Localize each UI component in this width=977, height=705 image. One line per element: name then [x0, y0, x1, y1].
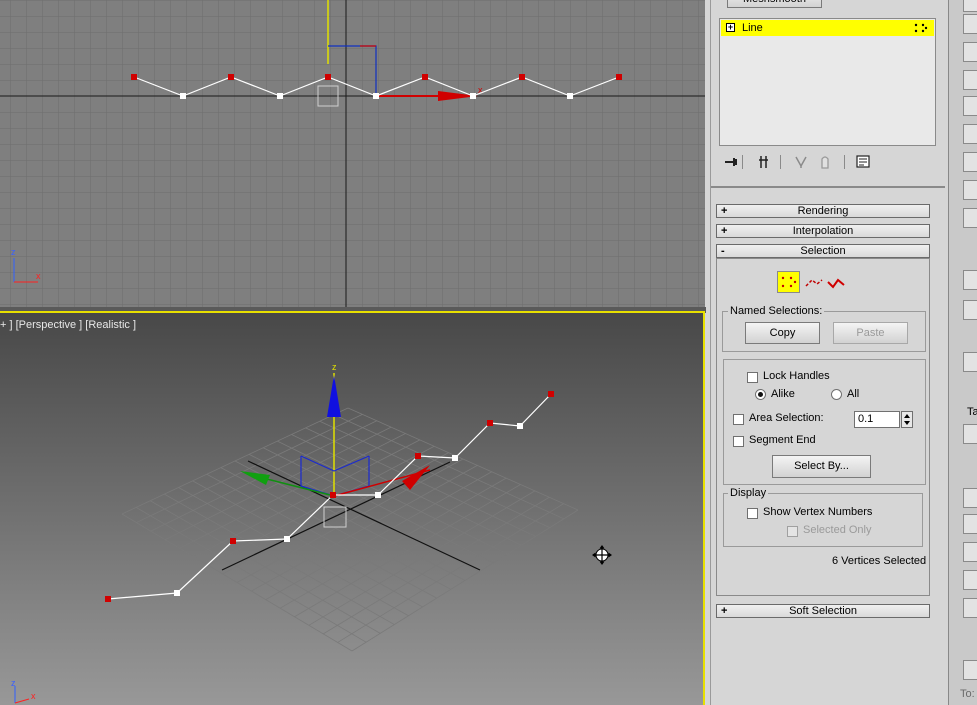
display-title: Display: [728, 487, 769, 499]
vertex: [519, 74, 525, 80]
strip-button[interactable]: [963, 598, 977, 618]
area-selection-checkbox[interactable]: [733, 414, 744, 425]
select-by-button[interactable]: Select By...: [772, 455, 871, 478]
paste-button[interactable]: Paste: [833, 322, 908, 344]
vertex-selected: [470, 93, 476, 99]
panel-separator: [711, 186, 945, 188]
strip-button[interactable]: [963, 270, 977, 290]
strip-button[interactable]: [963, 0, 977, 12]
vertex-level-button[interactable]: [777, 271, 800, 293]
make-unique-icon[interactable]: [794, 154, 810, 173]
strip-button[interactable]: [963, 424, 977, 444]
strip-button[interactable]: [963, 488, 977, 508]
strip-button[interactable]: [963, 570, 977, 590]
meshsmooth-button[interactable]: Meshsmooth: [727, 0, 822, 8]
strip-button[interactable]: [963, 152, 977, 172]
strip-button[interactable]: [963, 514, 977, 534]
top-viewport-canvas[interactable]: x z x: [0, 0, 705, 307]
strip-label-ta: Ta: [967, 406, 977, 418]
remove-modifier-icon[interactable]: [818, 154, 832, 173]
alike-label: Alike: [771, 388, 795, 400]
vertex-selected: [373, 93, 379, 99]
selected-only-checkbox[interactable]: [787, 526, 798, 537]
strip-button[interactable]: [963, 42, 977, 62]
strip-button[interactable]: [963, 124, 977, 144]
lock-handles-checkbox[interactable]: [747, 372, 758, 383]
strip-button[interactable]: [963, 208, 977, 228]
expand-icon[interactable]: +: [726, 23, 735, 32]
display-group: [723, 493, 923, 547]
selection-status-text: 6 Vertices Selected: [832, 555, 927, 567]
named-selections-title: Named Selections:: [728, 305, 825, 317]
strip-button[interactable]: [963, 14, 977, 34]
vertex: [616, 74, 622, 80]
strip-button[interactable]: [963, 300, 977, 320]
vertex: [131, 74, 137, 80]
rollout-soft-selection[interactable]: + Soft Selection: [716, 604, 930, 618]
strip-button[interactable]: [963, 96, 977, 116]
vertex-selected: [180, 93, 186, 99]
all-label: All: [847, 388, 860, 400]
modifier-stack-list[interactable]: + Line: [719, 18, 936, 146]
modifier-stack-item-line[interactable]: + Line: [721, 20, 934, 36]
stack-toolbar: [722, 153, 932, 173]
vertex: [422, 74, 428, 80]
spline-level-icon[interactable]: [826, 276, 846, 293]
vertex: [325, 74, 331, 80]
all-radio[interactable]: [831, 389, 842, 400]
modifier-stack-item-label: Line: [742, 22, 763, 34]
strip-label-to: To:: [960, 688, 975, 700]
strip-button[interactable]: [963, 70, 977, 90]
segment-level-icon[interactable]: [804, 276, 824, 293]
segment-end-checkbox[interactable]: [733, 436, 744, 447]
lock-handles-label: Lock Handles: [763, 370, 830, 382]
vertex: [228, 74, 234, 80]
show-end-result-icon[interactable]: [758, 154, 772, 173]
show-vertex-numbers-checkbox[interactable]: [747, 508, 758, 519]
right-toolbar-strip: Ta To:: [948, 0, 977, 705]
vertex-selected: [567, 93, 573, 99]
strip-button[interactable]: [963, 352, 977, 372]
rollout-rendering[interactable]: + Rendering: [716, 204, 930, 218]
svg-text:z: z: [11, 247, 16, 257]
vertex-selected: [277, 93, 283, 99]
copy-button[interactable]: Copy: [745, 322, 820, 344]
selected-only-label: Selected Only: [803, 524, 872, 536]
svg-text:x: x: [36, 271, 41, 281]
configure-modifier-sets-icon[interactable]: [856, 154, 872, 173]
active-viewport-border: [0, 311, 705, 705]
rollout-interpolation[interactable]: + Interpolation: [716, 224, 930, 238]
strip-button[interactable]: [963, 542, 977, 562]
sub-object-vertex-icon: [914, 23, 928, 36]
area-selection-spinner[interactable]: [901, 411, 913, 428]
area-selection-input[interactable]: 0.1: [854, 411, 900, 428]
area-selection-label: Area Selection:: [749, 412, 824, 424]
alike-radio[interactable]: [755, 389, 766, 400]
show-vertex-numbers-label: Show Vertex Numbers: [763, 506, 873, 518]
rollout-selection[interactable]: - Selection: [716, 244, 930, 258]
top-viewport[interactable]: x z x: [0, 0, 705, 307]
pin-stack-icon[interactable]: [722, 154, 740, 173]
segment-end-label: Segment End: [749, 434, 816, 446]
strip-button[interactable]: [963, 660, 977, 680]
strip-button[interactable]: [963, 180, 977, 200]
